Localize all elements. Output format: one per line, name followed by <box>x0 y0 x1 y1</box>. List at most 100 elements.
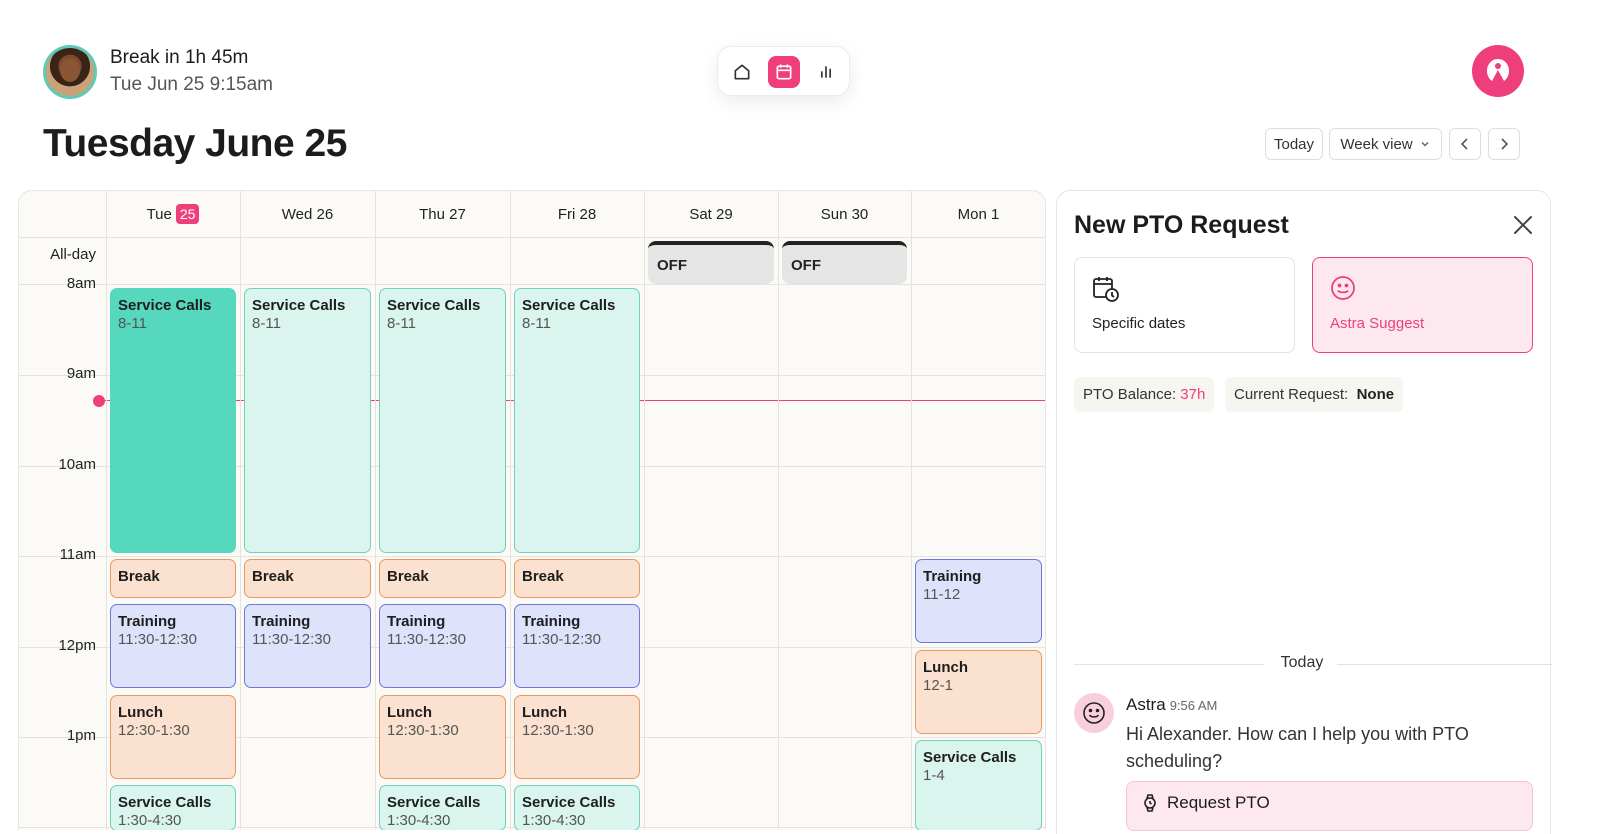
calendar-event[interactable]: Break <box>110 559 236 598</box>
day-header[interactable]: Wed 26 <box>240 191 375 237</box>
event-title: Training <box>923 568 982 585</box>
divider-right <box>1337 664 1552 665</box>
calendar-event[interactable]: Lunch 12:30-1:30 <box>110 695 236 779</box>
event-title: Lunch <box>387 704 432 721</box>
nav-home-button[interactable] <box>726 56 758 88</box>
calendar-event[interactable]: Training 11:30-12:30 <box>244 604 371 688</box>
calendar-clock-icon <box>1093 277 1119 302</box>
calendar-event[interactable]: Service Calls 1:30-4:30 <box>514 785 640 830</box>
event-title: Lunch <box>923 659 968 676</box>
calendar-event[interactable]: Break <box>514 559 640 598</box>
event-title: Service Calls <box>118 794 212 811</box>
day-header-label: Thu 27 <box>419 205 466 223</box>
event-title: Training <box>118 613 177 630</box>
event-title: Training <box>522 613 581 630</box>
specific-dates-option[interactable]: Specific dates <box>1074 257 1295 353</box>
current-time-dot <box>93 395 105 407</box>
grid-column-line <box>510 191 511 830</box>
astra-logo-icon <box>1487 59 1509 81</box>
calendar-event[interactable]: Break <box>244 559 371 598</box>
pto-balance-label: PTO Balance: <box>1083 386 1177 403</box>
event-time: 8-11 <box>387 315 416 332</box>
today-button[interactable]: Today <box>1265 128 1323 160</box>
event-title: Training <box>252 613 311 630</box>
event-time: 11:30-12:30 <box>252 631 331 648</box>
calendar-event[interactable]: Break <box>379 559 506 598</box>
event-title: Break <box>252 568 294 585</box>
event-title: Service Calls <box>923 749 1017 766</box>
day-header-label: Sun 30 <box>820 205 869 223</box>
prev-week-button[interactable] <box>1449 128 1481 160</box>
panel-title: New PTO Request <box>1074 211 1289 239</box>
calendar-event[interactable]: Training 11:30-12:30 <box>110 604 236 688</box>
event-time: 8-11 <box>118 315 147 332</box>
nav-stats-button[interactable] <box>810 56 842 88</box>
user-avatar[interactable] <box>43 45 97 99</box>
week-calendar: All-day Tue 25 Wed 26 Thu 27 Fri 28 Sat 29 Sun… <box>18 190 1046 830</box>
nav-calendar-button[interactable] <box>768 56 800 88</box>
calendar-event[interactable]: Training 11:30-12:30 <box>514 604 640 688</box>
event-title: Break <box>387 568 429 585</box>
allday-off-event[interactable]: OFF <box>782 241 907 284</box>
calendar-event[interactable]: Training 11:30-12:30 <box>379 604 506 688</box>
day-header[interactable]: Mon 1 <box>911 191 1045 237</box>
home-icon <box>734 64 750 80</box>
astra-brand-button[interactable] <box>1472 45 1524 97</box>
next-week-button[interactable] <box>1488 128 1520 160</box>
calendar-event[interactable]: Lunch 12:30-1:30 <box>379 695 506 779</box>
current-request-chip: Current Request: None <box>1225 377 1404 412</box>
current-datetime: Tue Jun 25 9:15am <box>110 74 274 95</box>
chevron-right-icon <box>1501 138 1509 150</box>
event-time: 12:30-1:30 <box>118 722 190 739</box>
day-header[interactable]: Sat 29 <box>644 191 778 237</box>
day-header[interactable]: Tue 25 <box>106 191 240 237</box>
event-title: Service Calls <box>118 297 212 314</box>
calendar-event[interactable]: Service Calls 8-11 <box>110 288 236 553</box>
event-time: 1:30-4:30 <box>118 812 182 829</box>
event-time: 11-12 <box>923 586 961 603</box>
close-icon <box>1514 216 1532 234</box>
grid-row-line <box>19 237 1045 238</box>
calendar-event[interactable]: Service Calls 8-11 <box>514 288 640 553</box>
close-button[interactable] <box>1511 213 1535 237</box>
day-header[interactable]: Sun 30 <box>778 191 911 237</box>
hour-label: 1pm <box>66 727 96 744</box>
day-header[interactable]: Fri 28 <box>510 191 644 237</box>
calendar-event[interactable]: Service Calls 1-4 <box>915 740 1042 830</box>
event-time: 12:30-1:30 <box>387 722 459 739</box>
day-header-label: Tue <box>146 205 172 223</box>
bar-chart-icon <box>821 66 831 78</box>
event-time: 12:30-1:30 <box>522 722 594 739</box>
event-time: 12-1 <box>923 677 954 694</box>
current-request-label: Current Request: <box>1234 386 1349 403</box>
astra-suggest-option[interactable]: Astra Suggest <box>1312 257 1533 353</box>
calendar-event[interactable]: Service Calls 8-11 <box>379 288 506 553</box>
watch-icon <box>1144 794 1156 812</box>
current-request-value: None <box>1356 386 1395 403</box>
calendar-event[interactable]: Training 11-12 <box>915 559 1042 643</box>
allday-off-event[interactable]: OFF <box>648 241 774 284</box>
grid-column-line <box>106 191 107 830</box>
break-countdown: Break in 1h 45m <box>110 47 249 68</box>
event-time: 8-11 <box>522 315 551 332</box>
calendar-event[interactable]: Service Calls 1:30-4:30 <box>379 785 506 830</box>
chat-date-divider: Today <box>1280 654 1324 671</box>
event-title: Service Calls <box>252 297 346 314</box>
request-pto-button[interactable]: Request PTO <box>1126 781 1533 831</box>
smiley-icon <box>1331 276 1355 300</box>
calendar-event[interactable]: Lunch 12:30-1:30 <box>514 695 640 779</box>
calendar-event[interactable]: Service Calls 8-11 <box>244 288 371 553</box>
event-time: 1:30-4:30 <box>522 812 586 829</box>
day-header[interactable]: Thu 27 <box>375 191 510 237</box>
event-title: Service Calls <box>387 297 481 314</box>
event-title: Service Calls <box>387 794 481 811</box>
event-title: Training <box>387 613 446 630</box>
grid-row-line <box>19 284 1045 285</box>
smiley-icon <box>1083 702 1105 724</box>
view-selector[interactable]: Week view <box>1329 128 1442 160</box>
calendar-event[interactable]: Service Calls 1:30-4:30 <box>110 785 236 830</box>
calendar-event[interactable]: Lunch 12-1 <box>915 650 1042 734</box>
event-time: 11:30-12:30 <box>522 631 601 648</box>
message-time: 9:56 AM <box>1169 698 1218 713</box>
hour-label: 9am <box>66 365 96 382</box>
